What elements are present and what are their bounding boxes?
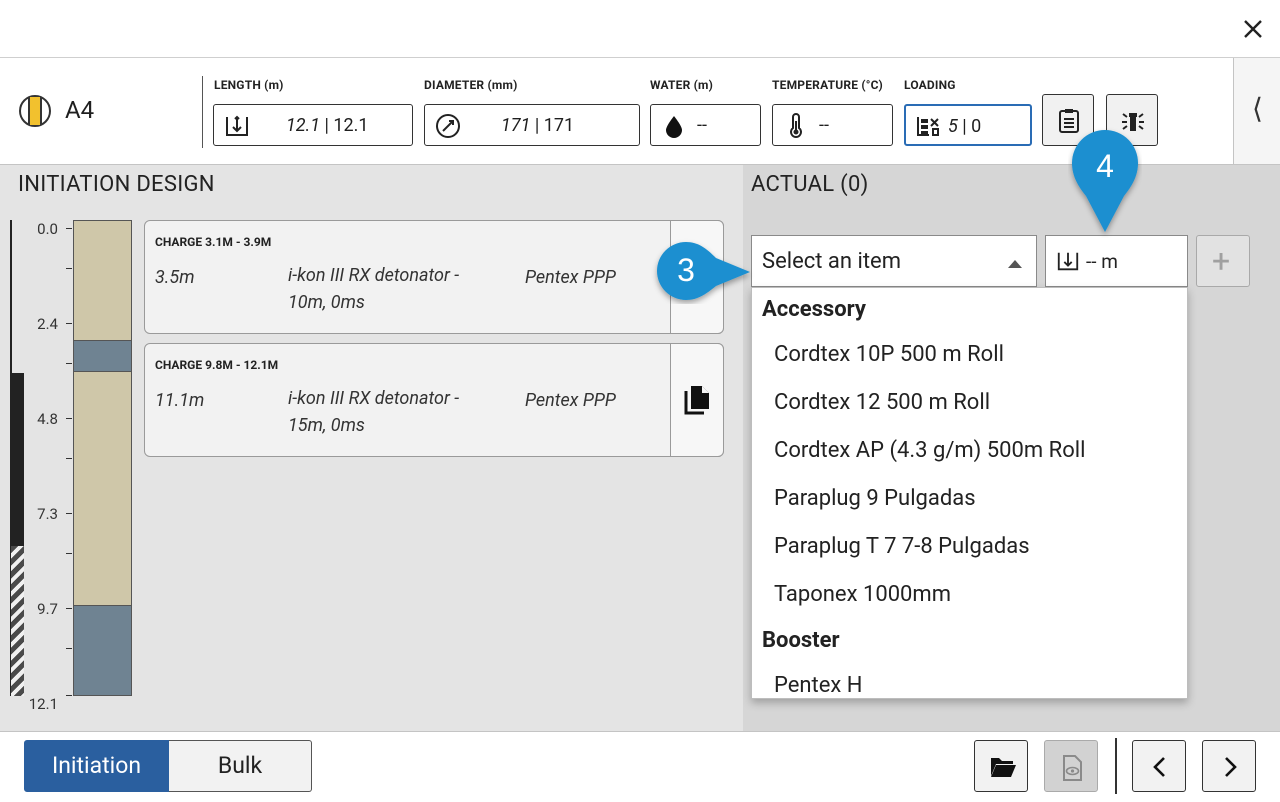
ruler-tick [66, 228, 72, 229]
preview-document-button[interactable] [1044, 740, 1098, 792]
ruler-hatch-bar [11, 546, 24, 696]
ruler-tick [66, 458, 72, 459]
ruler-tick [66, 695, 72, 696]
next-button[interactable] [1202, 740, 1256, 792]
dropdown-group-label: Accessory [762, 297, 866, 322]
diameter-label: DIAMETER (mm) [424, 78, 518, 92]
charge-card[interactable]: CHARGE 3.1M - 3.9M 3.5m i-kon III RX det… [144, 220, 724, 334]
stemming-deck [73, 220, 132, 340]
ruler-tick [66, 513, 72, 514]
diameter-design: 171 [501, 115, 531, 136]
tab-initiation[interactable]: Initiation [24, 740, 169, 792]
depth-label: 12.1 [28, 695, 58, 713]
ruler-tick [66, 323, 72, 324]
charge-depth: 11.1m [155, 390, 205, 411]
length-field[interactable]: 12.1 | 12.1 [213, 104, 413, 146]
ruler-tick [66, 418, 72, 419]
ruler-tick [66, 648, 72, 649]
callout-marker-3: 3 [657, 242, 750, 300]
charge-title: CHARGE 3.1M - 3.9M [155, 235, 272, 249]
hole-length-icon [224, 113, 250, 139]
actual-title: ACTUAL (0) [751, 172, 869, 197]
charge-card[interactable]: CHARGE 9.8M - 12.1M 11.1m i-kon III RX d… [144, 343, 724, 457]
temperature-label: TEMPERATURE (°C) [772, 78, 883, 92]
previous-button[interactable] [1132, 740, 1186, 792]
header-divider [202, 76, 203, 148]
stemming-deck [73, 371, 132, 605]
caret-up-icon [1008, 260, 1022, 268]
depth-label: 4.8 [37, 410, 58, 428]
actual-length-value: -- m [1086, 250, 1118, 273]
chevron-left-icon [1153, 757, 1165, 777]
dropdown-option[interactable]: Cordtex 12 500 m Roll [774, 390, 990, 415]
dropdown-option[interactable]: Cordtex 10P 500 m Roll [774, 342, 1004, 367]
length-actual: | 12.1 [320, 115, 369, 136]
loading-actual: | 0 [957, 116, 982, 137]
dropdown-option[interactable]: Paraplug T 7 7-8 Pulgadas [774, 534, 1030, 559]
loading-icon [915, 113, 941, 139]
copy-icon [684, 386, 709, 415]
charge-depth: 3.5m [155, 267, 195, 288]
dropdown-group-label: Booster [762, 628, 840, 653]
callout-number: 3 [677, 252, 695, 288]
charge-detonator: i-kon III RX detonator - 15m, 0ms [288, 388, 460, 436]
thermometer-icon [783, 113, 809, 139]
folder-open-icon [991, 758, 1016, 777]
callout-marker-4: 4 [1072, 130, 1138, 232]
chevron-right-icon [1225, 757, 1237, 777]
document-preview-icon [1063, 755, 1082, 781]
loading-field[interactable]: 5 | 0 [904, 104, 1032, 146]
loading-design: 5 [948, 116, 958, 137]
hole-status-icon [18, 94, 52, 128]
initiation-design-title: INITIATION DESIGN [18, 172, 215, 197]
charge-title: CHARGE 9.8M - 12.1M [155, 358, 279, 372]
water-drop-icon [661, 113, 687, 139]
close-icon[interactable] [1238, 14, 1268, 44]
water-field[interactable]: -- [650, 104, 761, 146]
dropdown-option[interactable]: Taponex 1000mm [774, 582, 951, 607]
temperature-value: -- [819, 115, 829, 136]
dropdown-option[interactable]: Pentex H [774, 673, 862, 698]
depth-label: 0.0 [37, 220, 58, 238]
ruler-tick [66, 553, 72, 554]
item-select[interactable]: Select an item [751, 235, 1037, 287]
diameter-field[interactable]: 171 | 171 [424, 104, 640, 146]
copy-charge-button[interactable] [670, 343, 724, 457]
depth-label: 7.3 [37, 505, 58, 523]
callout-number: 4 [1096, 148, 1114, 184]
ruler-tick [66, 608, 72, 609]
item-dropdown-list[interactable]: Accessory Cordtex 10P 500 m Roll Cordtex… [751, 287, 1188, 699]
charge-detonator: i-kon III RX detonator - 10m, 0ms [288, 265, 460, 313]
plus-icon: + [1212, 242, 1231, 280]
loading-label: LOADING [904, 78, 956, 92]
hole-name: A4 [65, 96, 95, 124]
collapse-bracket-icon: ⟨ [1252, 92, 1263, 125]
diameter-actual: | 171 [530, 115, 575, 136]
add-item-button[interactable]: + [1196, 235, 1250, 287]
dropdown-option[interactable]: Paraplug 9 Pulgadas [774, 486, 976, 511]
length-design: 12.1 [286, 115, 321, 136]
hole-length-icon [1056, 249, 1080, 273]
ruler-tick [66, 268, 72, 269]
charge-deck [73, 340, 132, 371]
charge-booster: Pentex PPP [525, 390, 616, 411]
water-label: WATER (m) [650, 78, 714, 92]
dropdown-option[interactable]: Cordtex AP (4.3 g/m) 500m Roll [774, 438, 1085, 463]
top-bar [0, 0, 1280, 58]
length-label: LENGTH (m) [214, 78, 284, 92]
side-panel-toggle[interactable]: ⟨ [1234, 58, 1280, 164]
tab-bulk[interactable]: Bulk [169, 740, 312, 792]
charge-deck [73, 605, 132, 696]
water-value: -- [697, 115, 707, 136]
charge-booster: Pentex PPP [525, 267, 616, 288]
open-folder-button[interactable] [974, 740, 1028, 792]
diameter-icon [435, 113, 461, 139]
depth-label: 2.4 [37, 315, 58, 333]
ruler-tick [66, 363, 72, 364]
actual-length-field[interactable]: -- m [1045, 235, 1188, 287]
item-select-value: Select an item [762, 249, 901, 274]
footer-divider [1115, 738, 1117, 794]
depth-label: 9.7 [37, 600, 58, 618]
temperature-field[interactable]: -- [772, 104, 893, 146]
